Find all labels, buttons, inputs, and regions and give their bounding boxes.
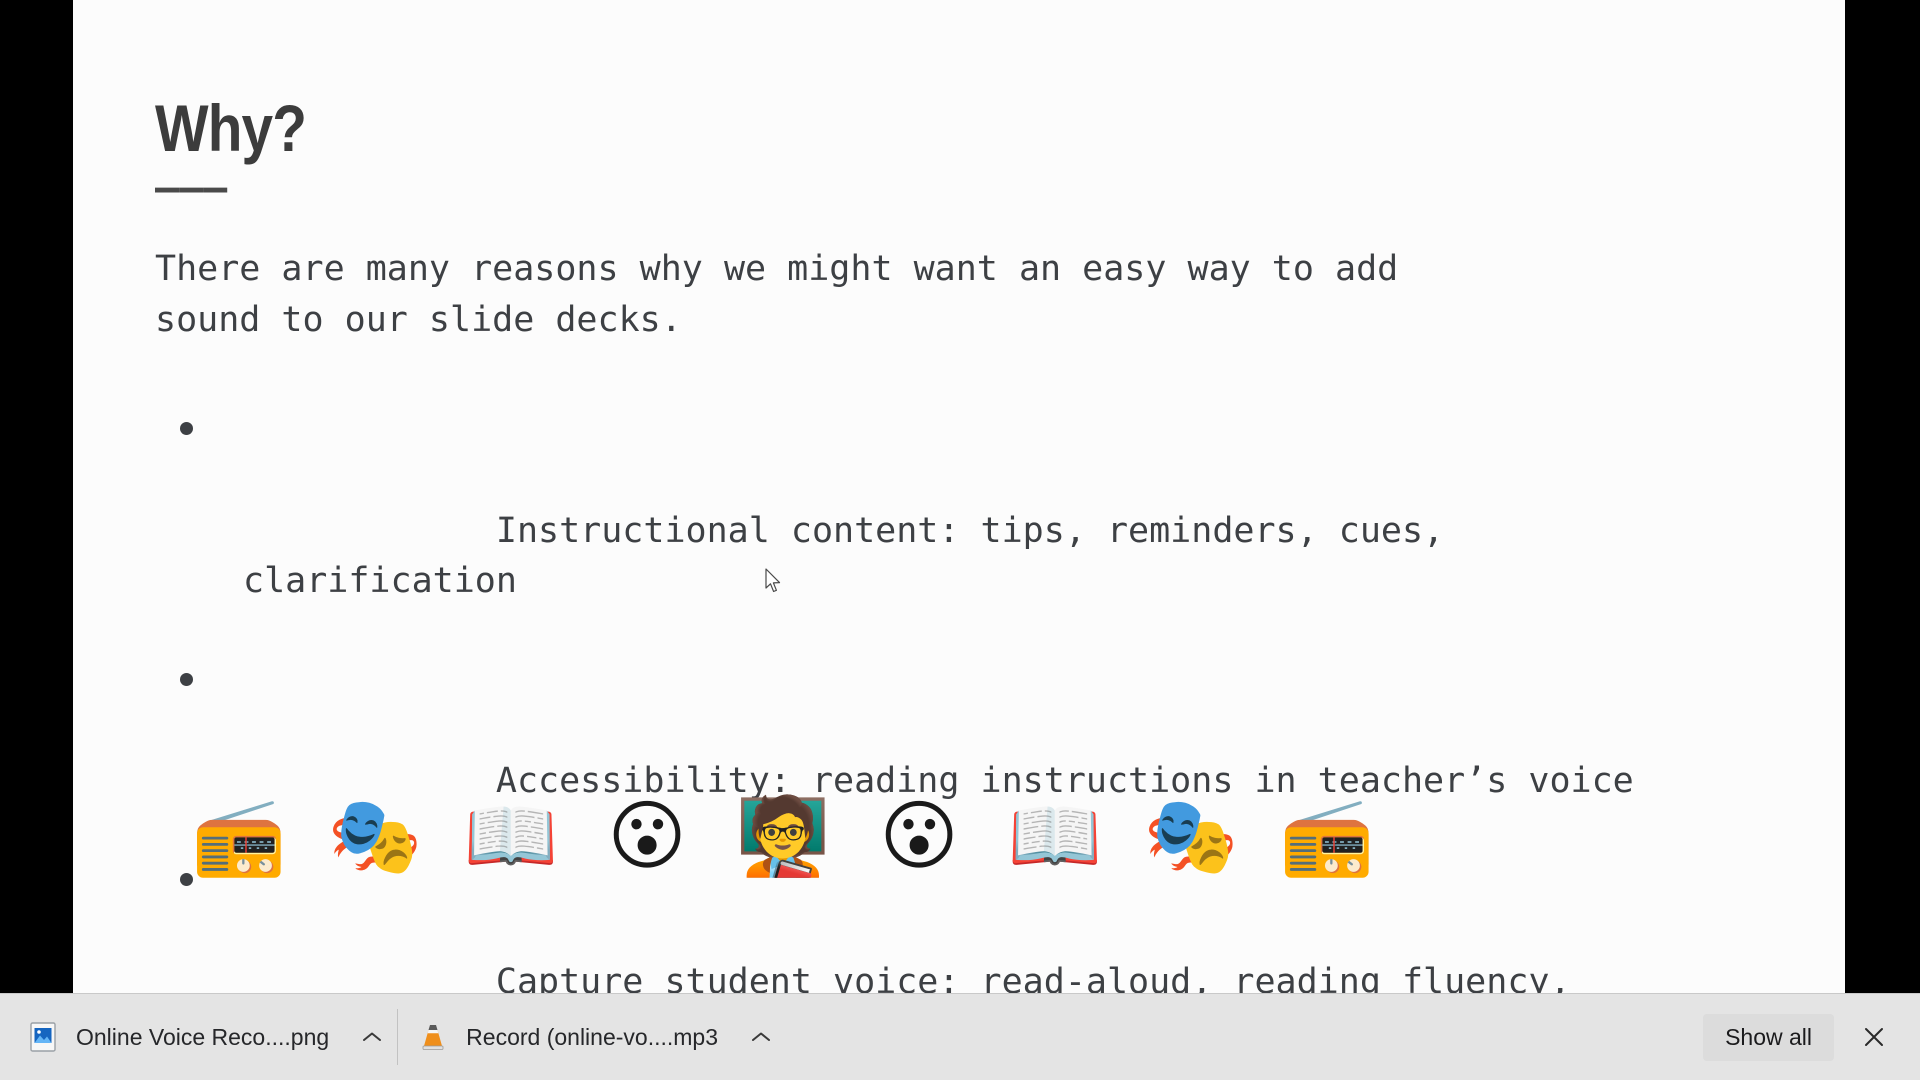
speaker-at-podium-emoji: 🧑‍🏫 (735, 791, 831, 880)
chevron-up-icon[interactable] (359, 1024, 385, 1050)
radio-emoji: 📻 (191, 791, 287, 880)
performing-arts-masks-emoji: 🎭 (327, 791, 423, 880)
page-title: Why? (155, 91, 307, 165)
show-all-button[interactable]: Show all (1703, 1013, 1834, 1061)
download-item-png[interactable]: Online Voice Reco....png (14, 1009, 391, 1065)
list-item-label: Capture student voice: read-aloud, readi… (495, 961, 1571, 993)
download-item-separator (397, 1009, 399, 1065)
bullet-dot-icon (180, 422, 193, 436)
close-icon[interactable] (1852, 1015, 1896, 1059)
open-book-emoji: 📖 (463, 791, 559, 880)
download-item-label: Online Voice Reco....png (76, 1023, 330, 1050)
slide-content: Why? ——— There are many reasons why we m… (73, 0, 1845, 993)
singing-face-emoji: 😮 (879, 791, 959, 880)
emoji-decoration-row: 📻 🎭 📖 😮 🧑‍🏫 😮 📖 🎭 📻 (191, 798, 1611, 874)
download-bar: Online Voice Reco....png Record (online-… (0, 993, 1920, 1080)
open-book-emoji: 📖 (1007, 791, 1103, 880)
bullet-list: Instructional content: tips, reminders, … (155, 406, 1815, 993)
bullet-dot-icon (180, 672, 193, 686)
chevron-up-icon[interactable] (748, 1024, 774, 1050)
presentation-area[interactable]: Why? ——— There are many reasons why we m… (0, 0, 1920, 993)
vlc-media-player-icon (418, 1020, 448, 1054)
download-item-mp3[interactable]: Record (online-vo....mp3 (404, 1009, 780, 1065)
list-item: Instructional content: tips, reminders, … (155, 406, 1815, 656)
performing-arts-masks-emoji: 🎭 (1143, 791, 1239, 880)
intro-paragraph: There are many reasons why we might want… (155, 249, 1399, 341)
list-item-label: Instructional content: tips, reminders, … (243, 511, 1445, 602)
download-item-label: Record (online-vo....mp3 (466, 1023, 719, 1050)
radio-emoji: 📻 (1279, 791, 1375, 880)
singing-face-emoji: 😮 (607, 791, 687, 880)
title-divider: ——— (155, 165, 228, 211)
slide-canvas[interactable]: Why? ——— There are many reasons why we m… (73, 0, 1845, 993)
image-file-icon (28, 1020, 58, 1054)
screen: Why? ——— There are many reasons why we m… (0, 0, 1920, 1080)
